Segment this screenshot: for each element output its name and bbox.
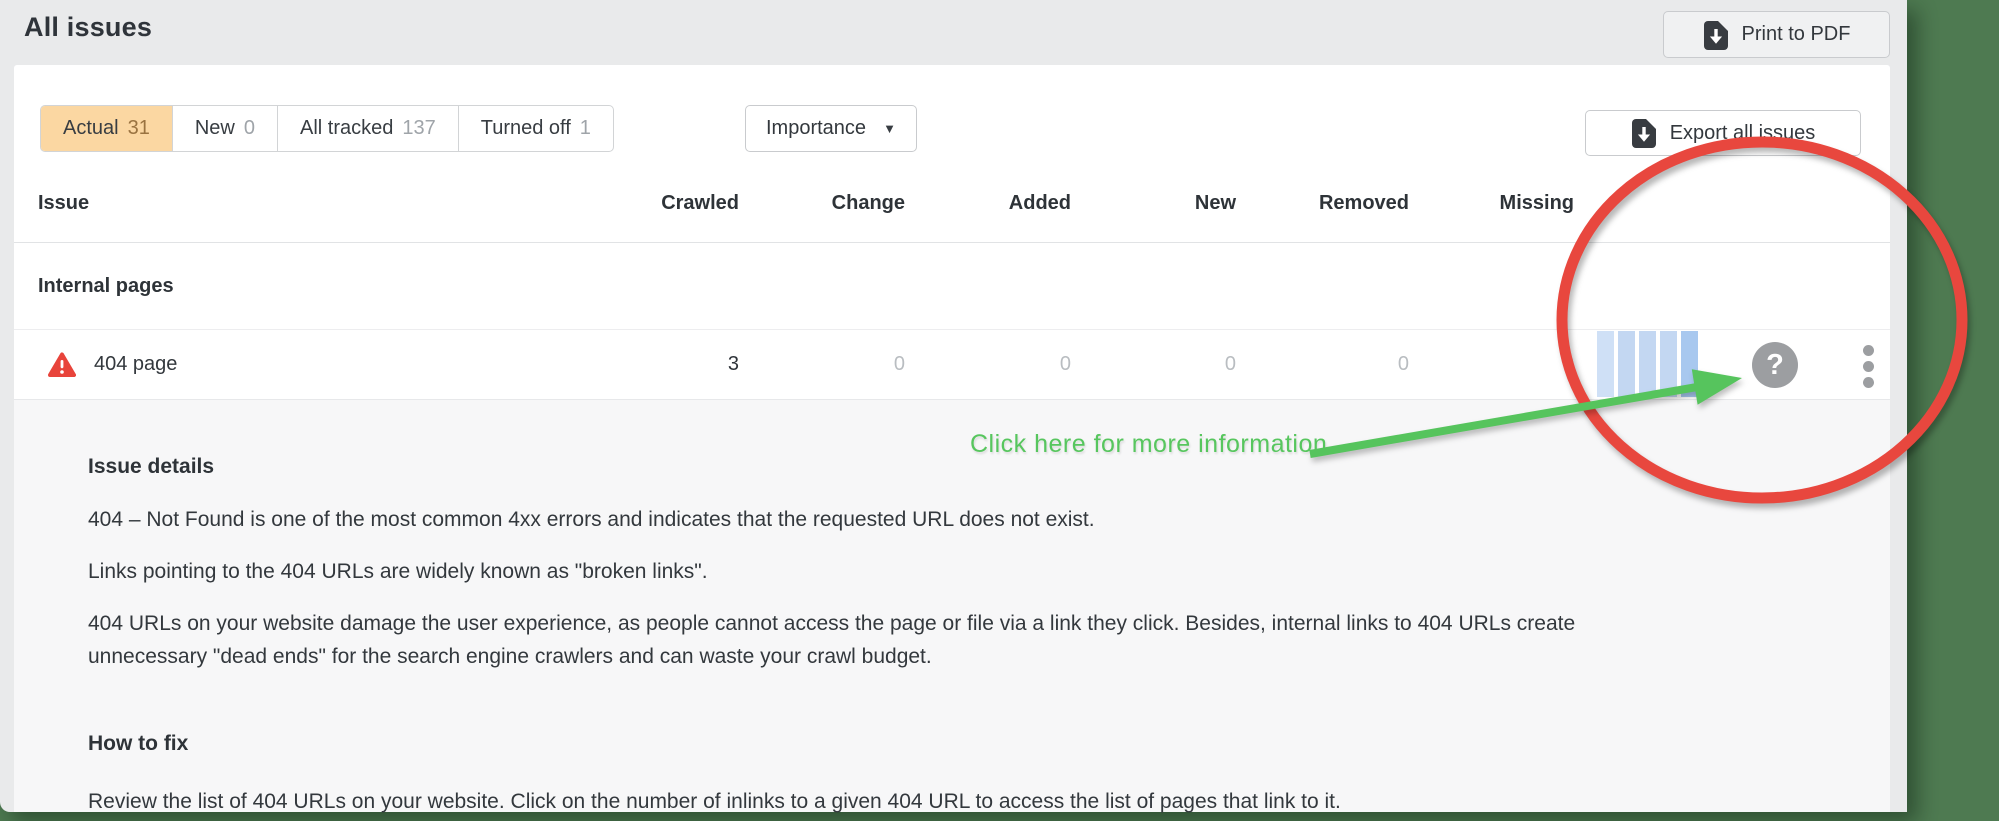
download-document-icon	[1631, 118, 1657, 148]
column-header-new[interactable]: New	[1071, 192, 1236, 215]
print-to-pdf-label: Print to PDF	[1742, 23, 1851, 46]
issue-filter-tabs: Actual 31 New 0 All tracked 137 Turned o…	[40, 105, 614, 152]
export-all-issues-button[interactable]: Export all issues	[1585, 110, 1861, 156]
help-question-icon[interactable]: ?	[1752, 342, 1798, 388]
tab-turned-off-label: Turned off	[481, 117, 571, 140]
issue-history-mini-chart[interactable]	[1597, 331, 1698, 397]
tab-new-label: New	[195, 117, 235, 140]
table-header-row: Issue Crawled Change Added New Removed M…	[14, 165, 1890, 243]
section-label: Internal pages	[38, 275, 579, 298]
history-bar	[1618, 331, 1635, 397]
annotation-click-here-text: Click here for more information	[970, 430, 1327, 459]
download-document-icon	[1703, 20, 1729, 50]
history-bar	[1681, 331, 1698, 397]
table-row[interactable]: 404 page 3 0 0 0 0 0 ?	[14, 330, 1890, 400]
kebab-dot	[1863, 345, 1874, 356]
how-to-fix-paragraph: Review the list of 404 URLs on your webs…	[88, 785, 1341, 818]
app-window: All issues Print to PDF Actual 31 New 0 …	[0, 0, 1907, 812]
tab-actual-label: Actual	[63, 117, 119, 140]
issue-details-paragraph-3: 404 URLs on your website damage the user…	[88, 607, 1653, 673]
cell-removed: 0	[1236, 353, 1409, 376]
column-header-crawled[interactable]: Crawled	[579, 192, 739, 215]
issue-name-link[interactable]: 404 page	[94, 353, 177, 376]
importance-dropdown[interactable]: Importance ▼	[745, 105, 917, 152]
column-header-change[interactable]: Change	[739, 192, 905, 215]
cell-new: 0	[1071, 353, 1236, 376]
column-header-missing[interactable]: Missing	[1409, 192, 1574, 215]
tab-turned-off-count: 1	[580, 117, 591, 140]
tab-all-tracked[interactable]: All tracked 137	[278, 106, 459, 151]
history-bar	[1639, 331, 1656, 397]
print-to-pdf-button[interactable]: Print to PDF	[1663, 11, 1890, 58]
issues-card: Actual 31 New 0 All tracked 137 Turned o…	[14, 65, 1890, 812]
warning-triangle-icon	[48, 352, 76, 378]
tab-new-count: 0	[244, 117, 255, 140]
issue-details-heading: Issue details	[88, 455, 214, 479]
tab-new[interactable]: New 0	[173, 106, 278, 151]
cell-added: 0	[905, 353, 1071, 376]
column-header-removed[interactable]: Removed	[1236, 192, 1409, 215]
section-row-internal-pages: Internal pages	[14, 243, 1890, 330]
desktop: { "page": { "title": "All issues" }, "he…	[0, 0, 1999, 821]
issue-details-paragraph-2: Links pointing to the 404 URLs are widel…	[88, 555, 708, 588]
column-header-added[interactable]: Added	[905, 192, 1071, 215]
tab-all-tracked-count: 137	[402, 117, 435, 140]
tab-actual-count: 31	[128, 117, 150, 140]
tab-actual[interactable]: Actual 31	[41, 106, 173, 151]
page-title: All issues	[24, 12, 152, 43]
cell-missing: 0	[1409, 353, 1574, 376]
cell-crawled[interactable]: 3	[579, 353, 739, 376]
export-all-issues-label: Export all issues	[1670, 122, 1816, 145]
issue-details-paragraph-1: 404 – Not Found is one of the most commo…	[88, 503, 1095, 536]
issue-details-panel: Click here for more information Issue de…	[14, 400, 1890, 812]
cell-change: 0	[739, 353, 905, 376]
row-actions-kebab-menu[interactable]	[1863, 345, 1875, 388]
tab-turned-off[interactable]: Turned off 1	[459, 106, 613, 151]
kebab-dot	[1863, 361, 1874, 372]
history-bar	[1660, 331, 1677, 397]
tab-all-tracked-label: All tracked	[300, 117, 393, 140]
column-header-issue[interactable]: Issue	[38, 192, 579, 215]
history-bar	[1597, 331, 1614, 397]
chevron-down-icon: ▼	[883, 121, 896, 136]
importance-label: Importance	[766, 117, 866, 140]
kebab-dot	[1863, 377, 1874, 388]
how-to-fix-heading: How to fix	[88, 732, 188, 756]
